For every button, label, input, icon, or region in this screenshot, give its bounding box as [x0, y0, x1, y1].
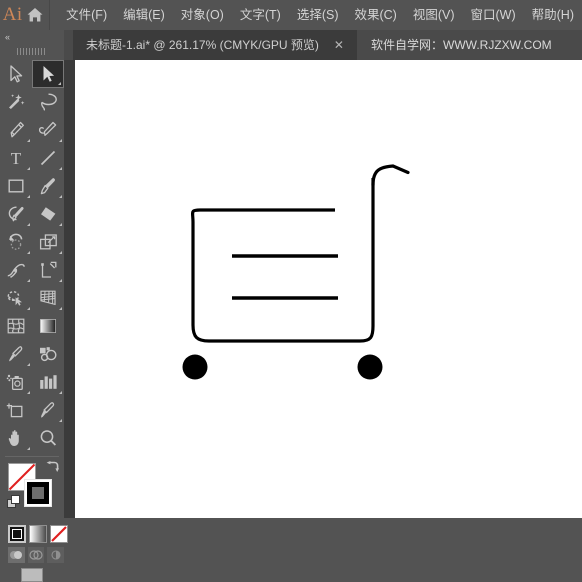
tool-flyout-indicator	[27, 447, 30, 450]
fill-type-none[interactable]	[50, 525, 68, 543]
tool-flyout-indicator	[59, 223, 62, 226]
fill-type-gradient[interactable]	[29, 525, 47, 543]
menu-help[interactable]: 帮助(H)	[524, 0, 582, 30]
tool-flyout-indicator	[59, 139, 62, 142]
magic-wand-tool[interactable]	[0, 88, 32, 116]
default-fill-stroke-icon[interactable]	[7, 495, 21, 514]
collapse-panel-icon[interactable]: «	[0, 30, 64, 44]
symbol-sprayer-tool[interactable]	[0, 368, 32, 396]
home-icon[interactable]	[25, 7, 45, 23]
grip-dots-icon	[17, 47, 47, 55]
menu-effect[interactable]: 效果(C)	[346, 0, 404, 30]
draw-inside-mode[interactable]	[47, 547, 65, 563]
document-canvas[interactable]	[75, 60, 582, 518]
tool-flyout-indicator	[59, 251, 62, 254]
fill-type-row	[8, 525, 68, 543]
draw-behind-mode[interactable]	[27, 547, 45, 563]
tool-flyout-indicator	[59, 195, 62, 198]
tool-grid: T	[0, 60, 64, 452]
menu-edit[interactable]: 编辑(E)	[115, 0, 173, 30]
menu-view[interactable]: 视图(V)	[405, 0, 463, 30]
artwork-shopping-cart	[182, 164, 410, 380]
ai-logo: Ai	[2, 4, 23, 25]
menubar-divider	[49, 0, 51, 30]
rectangle-tool[interactable]	[0, 172, 32, 200]
tool-flyout-indicator	[59, 419, 62, 422]
shaper-tool[interactable]	[0, 200, 32, 228]
menu-select[interactable]: 选择(S)	[289, 0, 347, 30]
tool-flyout-indicator	[27, 391, 30, 394]
gradient-tool[interactable]	[32, 312, 64, 340]
selection-tool[interactable]	[0, 60, 32, 88]
screen-mode-icon	[21, 568, 43, 582]
blend-tool[interactable]	[32, 340, 64, 368]
paintbrush-tool[interactable]	[32, 172, 64, 200]
swap-fill-stroke-icon[interactable]	[45, 461, 59, 479]
menu-window[interactable]: 窗口(W)	[463, 0, 524, 30]
tool-flyout-indicator	[27, 363, 30, 366]
perspective-grid-tool[interactable]	[32, 284, 64, 312]
menu-item-list: 文件(F) 编辑(E) 对象(O) 文字(T) 选择(S) 效果(C) 视图(V…	[58, 0, 582, 30]
cart-wheel-left	[182, 354, 208, 380]
mesh-tool[interactable]	[0, 312, 32, 340]
document-tab-title: 未标题-1.ai* @ 261.17% (CMYK/GPU 预览)	[86, 38, 319, 52]
tool-flyout-indicator	[59, 307, 62, 310]
tool-flyout-indicator	[59, 167, 62, 170]
slice-tool[interactable]	[32, 396, 64, 424]
zoom-tool[interactable]	[32, 424, 64, 452]
cart-handle-path	[371, 164, 410, 187]
tool-flyout-indicator	[27, 279, 30, 282]
eraser-tool[interactable]	[32, 200, 64, 228]
menu-bar: Ai 文件(F) 编辑(E) 对象(O) 文字(T) 选择(S) 效果(C) 视…	[0, 0, 582, 30]
close-icon[interactable]: ✕	[333, 30, 345, 60]
fill-type-color[interactable]	[8, 525, 26, 543]
tools-panel: « T	[0, 30, 68, 582]
tool-flyout-indicator	[27, 167, 30, 170]
hand-tool[interactable]	[0, 424, 32, 452]
cart-wheel-right	[357, 354, 383, 380]
curvature-tool[interactable]	[32, 116, 64, 144]
fill-stroke-controls	[0, 459, 64, 521]
width-tool[interactable]	[0, 256, 32, 284]
document-tab[interactable]: 未标题-1.ai* @ 261.17% (CMYK/GPU 预览) ✕	[73, 30, 357, 60]
tool-flyout-indicator	[27, 251, 30, 254]
menu-object[interactable]: 对象(O)	[173, 0, 232, 30]
rotate-tool[interactable]	[0, 228, 32, 256]
tool-flyout-indicator	[27, 307, 30, 310]
menu-file[interactable]: 文件(F)	[58, 0, 115, 30]
lasso-tool[interactable]	[32, 88, 64, 116]
shape-builder-tool[interactable]	[0, 284, 32, 312]
watermark-text: 软件自学网：WWW.RJZXW.COM	[371, 38, 552, 52]
artboard-tool[interactable]	[0, 396, 32, 424]
panel-drag-handle[interactable]	[0, 44, 64, 58]
tool-flyout-indicator	[27, 139, 30, 142]
free-transform-tool[interactable]	[32, 256, 64, 284]
canvas-left-strip	[64, 60, 75, 518]
type-tool[interactable]: T	[0, 144, 32, 172]
document-tab-bar: 未标题-1.ai* @ 261.17% (CMYK/GPU 预览) ✕ 软件自学…	[64, 30, 582, 60]
direct-selection-tool[interactable]	[32, 60, 64, 88]
scale-tool[interactable]	[32, 228, 64, 256]
stroke-hole	[32, 487, 44, 499]
eyedropper-tool[interactable]	[0, 340, 32, 368]
screen-mode-button[interactable]	[0, 568, 64, 582]
menu-type[interactable]: 文字(T)	[232, 0, 289, 30]
illustrator-window: Ai 文件(F) 编辑(E) 对象(O) 文字(T) 选择(S) 效果(C) 视…	[0, 0, 582, 582]
tool-flyout-indicator	[27, 223, 30, 226]
tool-flyout-indicator	[27, 195, 30, 198]
svg-text:T: T	[11, 149, 22, 167]
column-graph-tool[interactable]	[32, 368, 64, 396]
toolbar-divider	[5, 456, 59, 457]
draw-normal-mode[interactable]	[8, 547, 25, 563]
tool-flyout-indicator	[59, 391, 62, 394]
stroke-swatch[interactable]	[24, 479, 52, 507]
cart-body-path	[190, 178, 375, 343]
draw-mode-row	[8, 547, 65, 563]
pen-tool[interactable]	[0, 116, 32, 144]
tool-flyout-indicator	[59, 279, 62, 282]
tool-flyout-indicator	[58, 82, 61, 85]
line-segment-tool[interactable]	[32, 144, 64, 172]
